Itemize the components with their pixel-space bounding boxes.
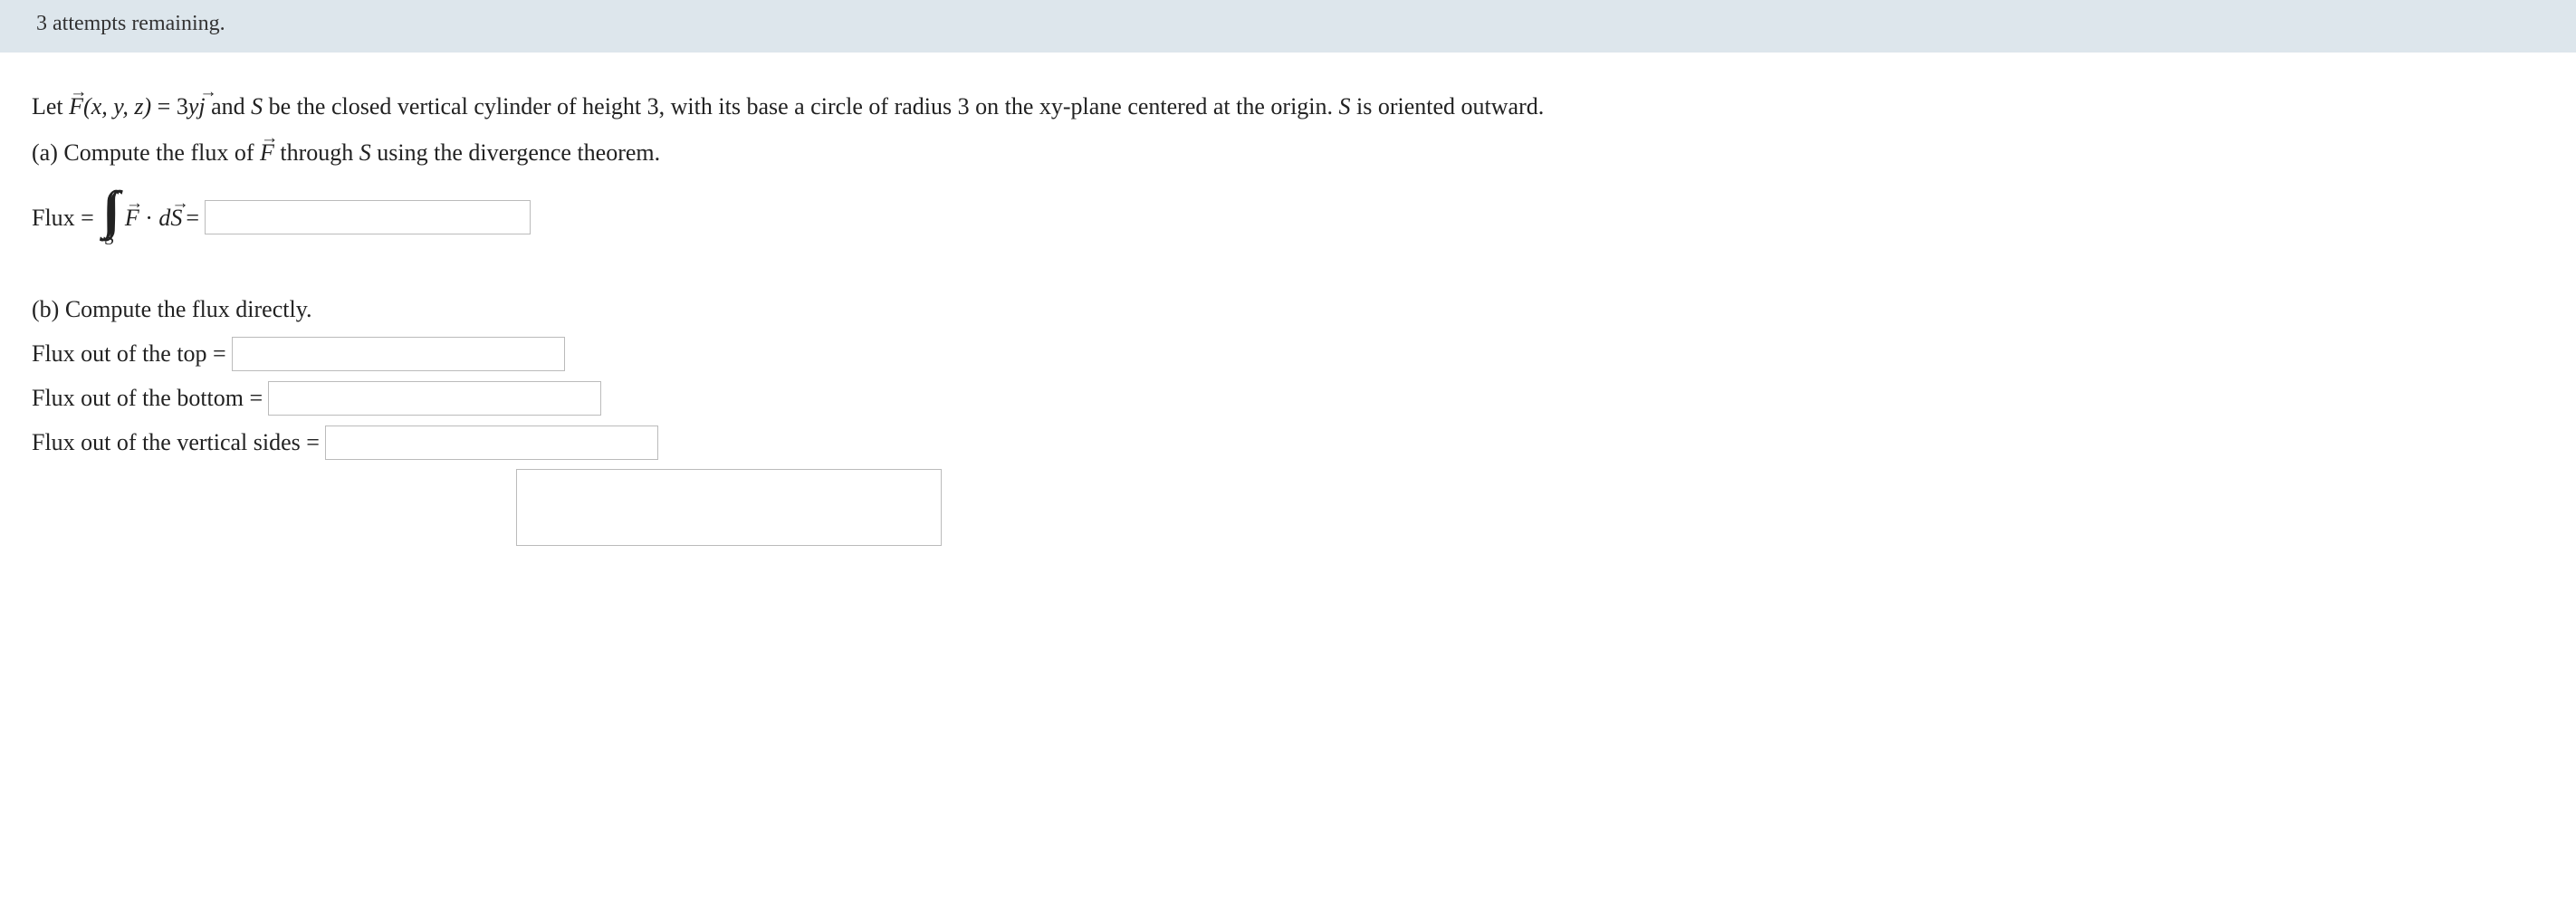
- part-b-heading: (b) Compute the flux directly.: [32, 292, 2544, 327]
- vector-f: F: [125, 200, 139, 235]
- height-value: 3: [647, 93, 659, 120]
- part-a-prompt: (a) Compute the flux of F through S usin…: [32, 135, 2544, 170]
- text: Let: [32, 93, 69, 120]
- flux-top-input[interactable]: [232, 337, 565, 371]
- equals: =: [151, 93, 177, 120]
- flux-sides-input[interactable]: [325, 426, 658, 460]
- flux-top-row: Flux out of the top =: [32, 336, 2544, 371]
- var-s: S: [359, 139, 371, 166]
- text: through: [274, 139, 359, 166]
- flux-bottom-row: Flux out of the bottom =: [32, 380, 2544, 416]
- var-s: S: [251, 93, 263, 120]
- flux-sides-label: Flux out of the vertical sides =: [32, 425, 320, 460]
- f-args: (x, y, z): [83, 93, 151, 120]
- flux-sides-row: Flux out of the vertical sides =: [32, 425, 2544, 460]
- flux-label: Flux =: [32, 200, 94, 235]
- text: be the closed vertical cylinder of heigh…: [263, 93, 647, 120]
- integrand: F · dS: [125, 200, 183, 235]
- flux-bottom-label: Flux out of the bottom =: [32, 380, 263, 416]
- flux-expression: Flux = ∫∫ S F · dS =: [32, 186, 199, 248]
- text: , with its base a circle of radius: [659, 93, 958, 120]
- text: on the xy-plane centered at the origin.: [970, 93, 1339, 120]
- flux-top-label: Flux out of the top =: [32, 336, 226, 371]
- differential-d: d: [158, 205, 170, 231]
- double-integral: ∫∫ S: [98, 186, 114, 248]
- attempts-banner: 3 attempts remaining.: [0, 0, 2576, 53]
- flux-divergence-input[interactable]: [205, 200, 531, 234]
- unit-j: j: [198, 89, 205, 124]
- problem-content: Let F(x, y, z) = 3yj and S be the closed…: [0, 53, 2576, 564]
- integral-sub-s: S: [105, 230, 114, 248]
- vector-s: S: [170, 200, 182, 235]
- coeff: 3: [177, 93, 188, 120]
- flux-bottom-input[interactable]: [268, 381, 601, 416]
- var-y: y: [188, 93, 199, 120]
- answer-box[interactable]: [516, 469, 942, 546]
- problem-statement: Let F(x, y, z) = 3yj and S be the closed…: [32, 89, 2544, 124]
- text: (a) Compute the flux of: [32, 139, 260, 166]
- radius-value: 3: [958, 93, 970, 120]
- part-a-answer-row: Flux = ∫∫ S F · dS =: [32, 186, 2544, 248]
- text: using the divergence theorem.: [371, 139, 660, 166]
- attempts-text: 3 attempts remaining.: [36, 12, 225, 35]
- var-s: S: [1339, 93, 1351, 120]
- vector-f: F: [260, 135, 274, 170]
- vector-f: F: [69, 89, 83, 124]
- integral-icon: ∫∫: [102, 186, 110, 234]
- text: is oriented outward.: [1351, 93, 1545, 120]
